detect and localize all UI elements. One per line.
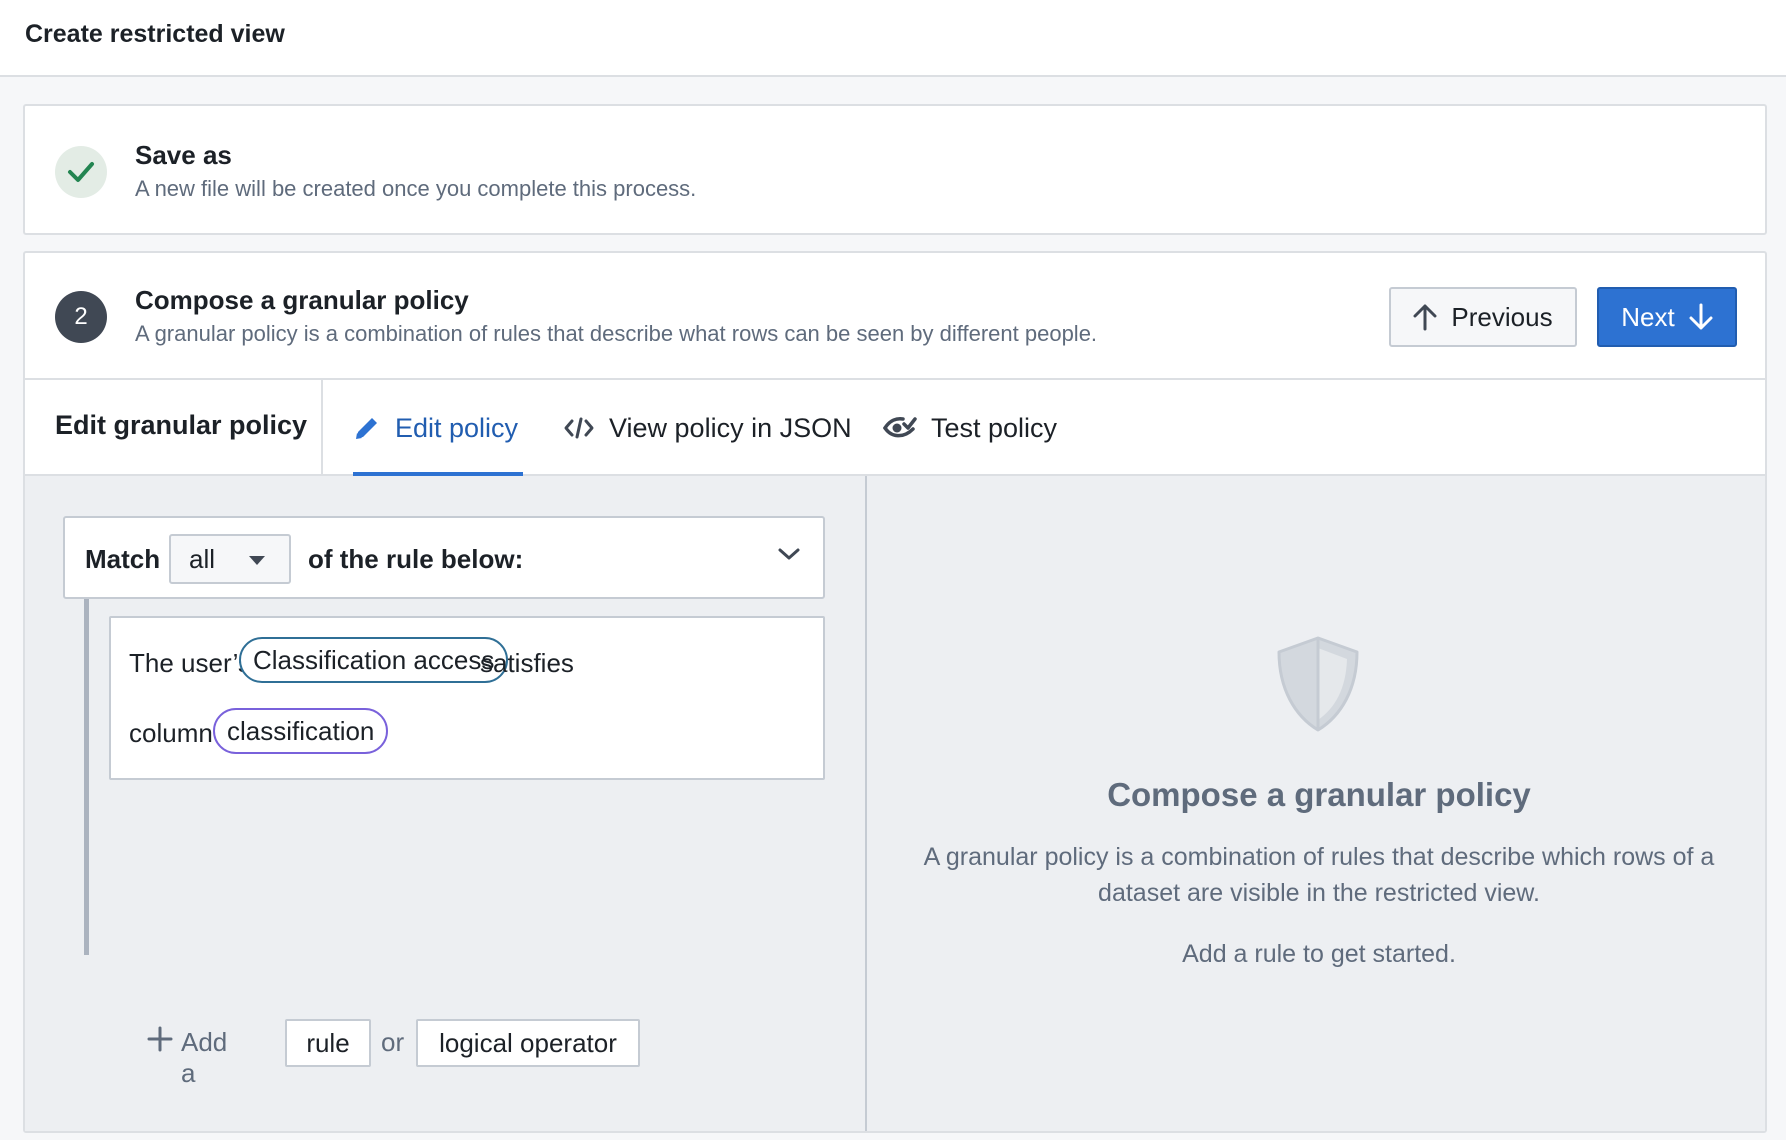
column-pill[interactable]: classification <box>213 708 389 754</box>
rule-prefix: The user’s <box>129 648 251 678</box>
add-logical-operator-button[interactable]: logical operator <box>416 1019 640 1067</box>
step-title: Compose a granular policy <box>135 285 469 315</box>
step-save-as[interactable]: Save as A new file will be created once … <box>23 104 1767 235</box>
caret-down-icon <box>249 556 265 565</box>
tab-label: View policy in JSON <box>609 412 852 443</box>
page-header: Create restricted view <box>0 0 1786 77</box>
next-button[interactable]: Next <box>1597 287 1737 347</box>
next-button-label: Next <box>1621 301 1675 332</box>
match-mode-value: all <box>189 543 216 574</box>
step-subtitle: A granular policy is a combination of ru… <box>135 321 1098 346</box>
eye-check-icon <box>883 417 917 438</box>
tab-label: Edit policy <box>395 412 519 443</box>
pencil-icon <box>356 418 377 439</box>
policy-preview-panel: Compose a granular policy A granular pol… <box>865 476 1765 1131</box>
check-icon <box>68 162 94 182</box>
page-title: Create restricted view <box>25 20 285 48</box>
tab-test-policy[interactable]: Test policy <box>883 380 1057 476</box>
tab-label: Test policy <box>931 412 1058 443</box>
policy-tabs: Edit granular policy Edit policy View po… <box>25 378 1765 477</box>
step-title: Save as <box>135 140 232 170</box>
step-complete-badge <box>55 146 107 198</box>
empty-state: Compose a granular policy A granular pol… <box>867 476 1765 1131</box>
rule-operator: satisfies <box>480 648 574 678</box>
user-attribute-pill[interactable]: Classification access <box>239 637 509 683</box>
previous-button[interactable]: Previous <box>1389 287 1577 347</box>
arrow-up-icon <box>1413 304 1437 331</box>
match-group-header: Match all of the rule below: <box>63 516 825 599</box>
empty-state-hint: Add a rule to get started. <box>1182 940 1456 968</box>
tab-edit-policy[interactable]: Edit policy <box>353 380 523 477</box>
step-number-badge: 2 <box>55 291 107 343</box>
match-label: Match <box>85 544 161 574</box>
step-subtitle: A new file will be created once you comp… <box>135 176 697 201</box>
shield-icon <box>1277 636 1359 732</box>
previous-button-label: Previous <box>1451 301 1553 332</box>
empty-state-title: Compose a granular policy <box>1107 776 1531 813</box>
empty-state-description: A granular policy is a combination of ru… <box>923 843 1715 907</box>
match-suffix: of the rule below: <box>308 544 524 574</box>
match-mode-select[interactable]: all <box>169 534 291 584</box>
tabs-heading: Edit granular policy <box>55 410 308 440</box>
tabs-divider <box>321 380 323 476</box>
add-rule-button[interactable]: rule <box>285 1019 371 1067</box>
rule-card[interactable]: The user’s Classification access satisfi… <box>109 616 825 780</box>
group-indent-bar <box>84 599 89 955</box>
code-icon <box>564 417 594 439</box>
tab-view-json[interactable]: View policy in JSON <box>563 380 852 476</box>
policy-editor: Match all of the rule below: The user’s … <box>25 476 865 1131</box>
arrow-down-icon <box>1689 303 1713 330</box>
chevron-down-icon[interactable] <box>777 546 801 562</box>
add-or-label: or <box>381 1027 405 1057</box>
add-prefix: Add a <box>181 1027 228 1088</box>
step-compose-policy: 2 Compose a granular policy A granular p… <box>23 251 1767 1133</box>
column-label: column <box>129 718 213 748</box>
plus-icon[interactable] <box>147 1026 173 1052</box>
